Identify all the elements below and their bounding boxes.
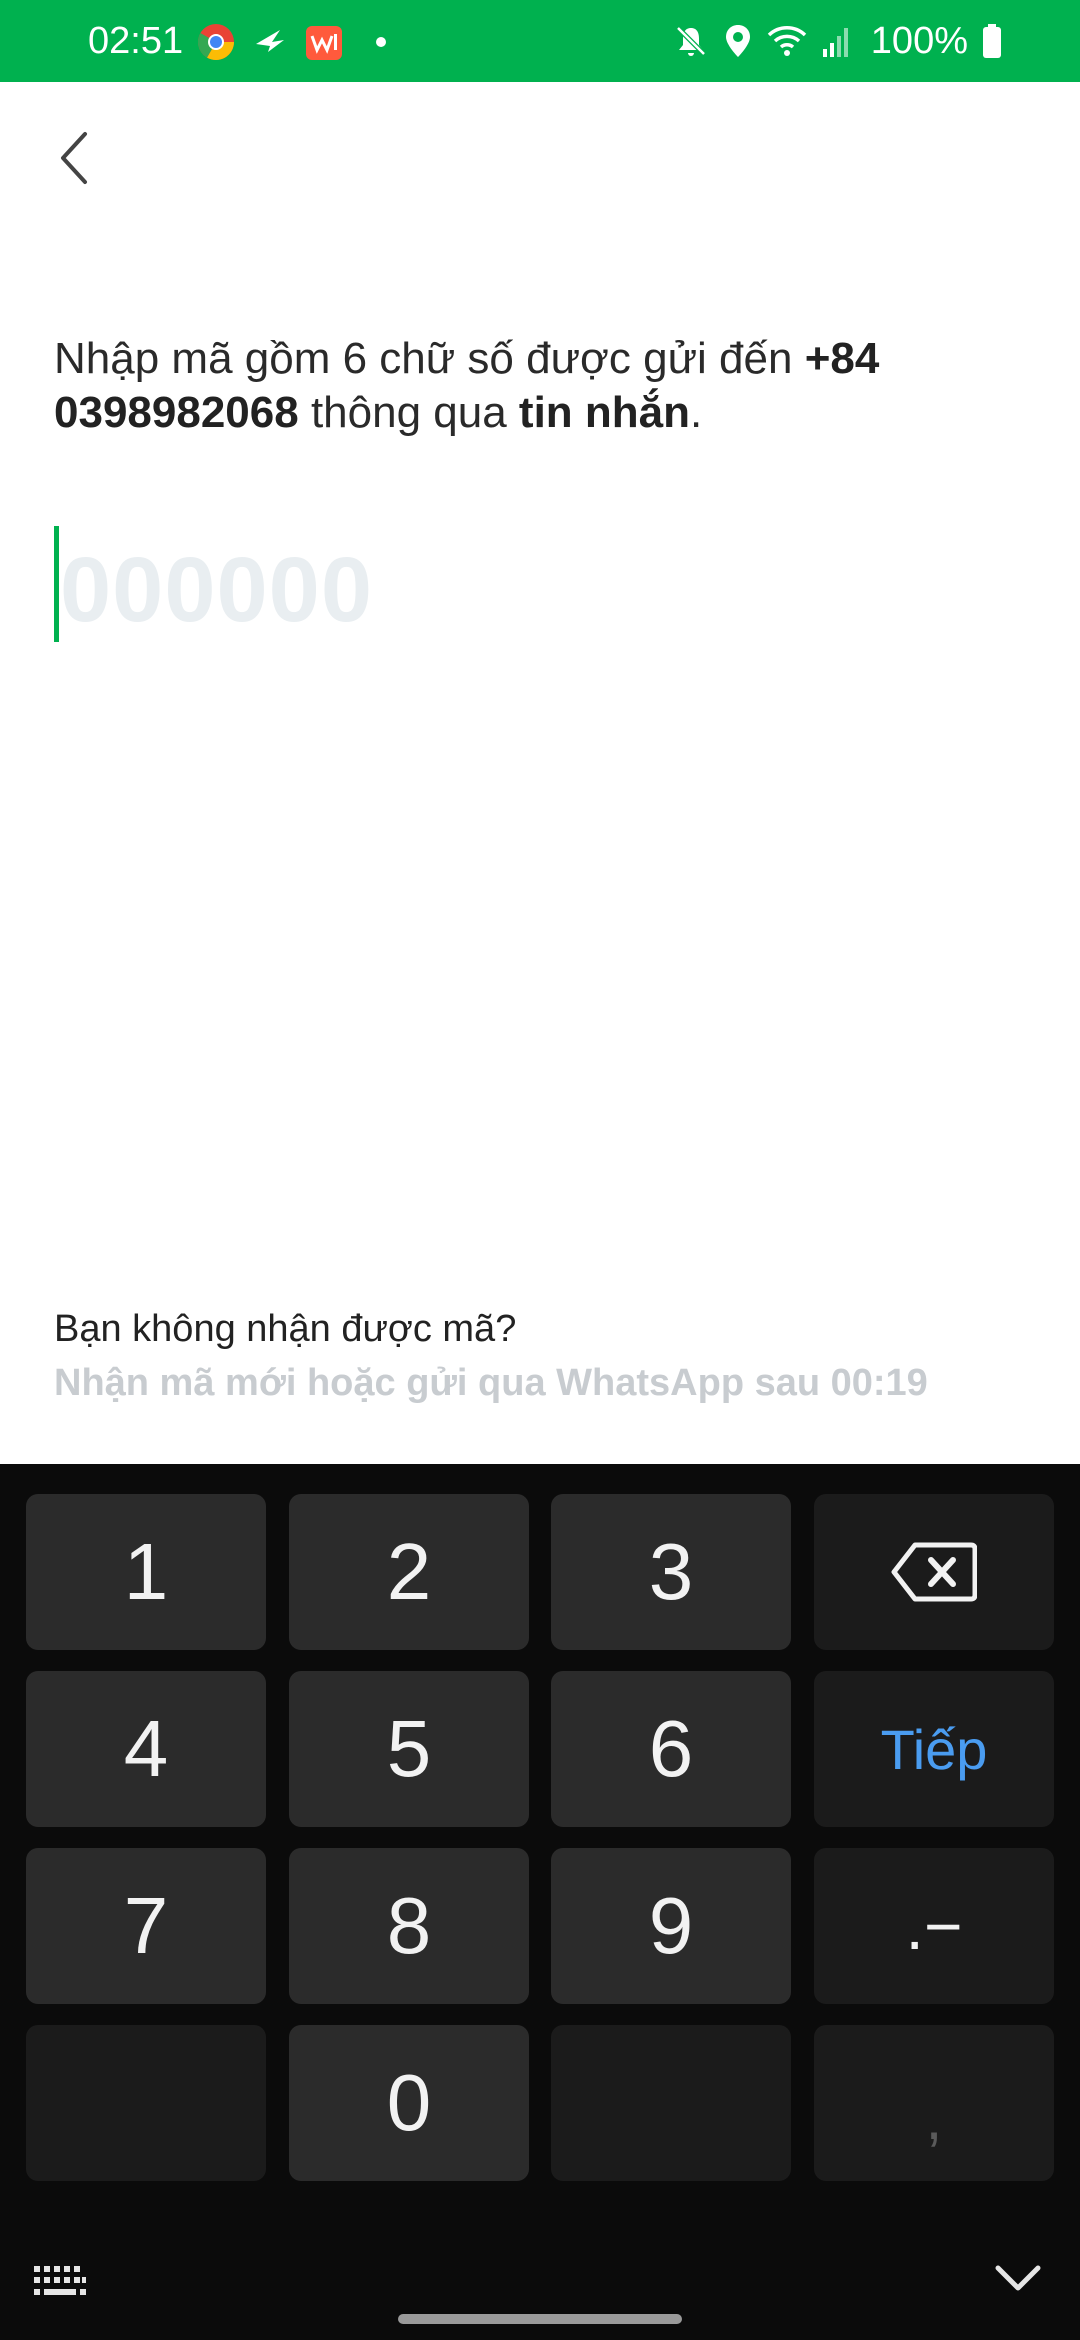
signal-icon <box>821 23 851 59</box>
empty-key-left <box>26 2025 266 2181</box>
key-6[interactable]: 6 <box>551 1671 791 1827</box>
key-label: 3 <box>648 1527 694 1616</box>
instruction-prefix: Nhập mã gồm 6 chữ số được gửi đến <box>54 334 805 383</box>
key-label: 7 <box>123 1881 169 1970</box>
status-app-icons <box>196 22 386 62</box>
bird-icon <box>250 22 290 62</box>
key-label: Tiếp <box>880 1717 988 1781</box>
key-label: 0 <box>386 2058 432 2147</box>
keyboard-toggle-button[interactable] <box>32 2264 88 2298</box>
comma-key[interactable]: , <box>814 2025 1054 2181</box>
battery-percent: 100% <box>870 20 968 62</box>
key-label: 1 <box>123 1527 169 1616</box>
key-label: 5 <box>386 1704 432 1793</box>
empty-key-right <box>551 2025 791 2181</box>
text-caret <box>54 526 59 642</box>
hide-keyboard-button[interactable] <box>992 2256 1044 2300</box>
chrome-icon <box>196 22 236 62</box>
key-label: 8 <box>386 1881 432 1970</box>
resend-question: Bạn không nhận được mã? <box>54 1308 517 1350</box>
wifi-icon <box>767 23 807 59</box>
key-8[interactable]: 8 <box>289 1848 529 2004</box>
backspace-key[interactable] <box>814 1494 1054 1650</box>
hide-keyboard-icon <box>995 2265 1041 2291</box>
channel-name: tin nhắn <box>518 388 691 437</box>
instruction-suffix: . <box>690 388 703 437</box>
punctuation-key[interactable]: .− <box>814 1848 1054 2004</box>
key-4[interactable]: 4 <box>26 1671 266 1827</box>
next-key[interactable]: Tiếp <box>814 1671 1054 1827</box>
key-9[interactable]: 9 <box>551 1848 791 2004</box>
key-label: , <box>925 2084 943 2152</box>
otp-placeholder: 000000 <box>60 539 373 641</box>
navigation-handle[interactable] <box>398 2314 682 2324</box>
key-3[interactable]: 3 <box>551 1494 791 1650</box>
resend-countdown-link: Nhận mã mới hoặc gửi qua WhatsApp sau 00… <box>54 1362 928 1404</box>
status-system-icons: 100% <box>673 18 1002 64</box>
key-label: 6 <box>648 1704 694 1793</box>
instruction-text: Nhập mã gồm 6 chữ số được gửi đến +84 03… <box>54 332 1034 440</box>
location-icon <box>723 23 753 59</box>
key-7[interactable]: 7 <box>26 1848 266 2004</box>
key-0[interactable]: 0 <box>289 2025 529 2181</box>
key-label: .− <box>905 1889 963 1963</box>
mute-icon <box>673 23 709 59</box>
key-5[interactable]: 5 <box>289 1671 529 1827</box>
otp-input[interactable]: 000000 <box>54 526 554 642</box>
notification-dot <box>376 37 386 47</box>
instruction-middle: thông qua <box>298 388 519 437</box>
key-label: 2 <box>386 1527 432 1616</box>
key-2[interactable]: 2 <box>289 1494 529 1650</box>
shopping-app-icon <box>304 22 344 62</box>
keyboard-toggle-icon <box>34 2266 86 2295</box>
key-label: 9 <box>648 1881 694 1970</box>
chevron-left-icon <box>61 132 87 184</box>
key-label: 4 <box>123 1704 169 1793</box>
status-bar: 02:51 100% <box>0 0 1080 82</box>
status-time: 02:51 <box>88 20 184 62</box>
backspace-icon <box>891 1542 977 1602</box>
battery-icon <box>982 23 1002 59</box>
back-button[interactable] <box>40 118 110 198</box>
key-1[interactable]: 1 <box>26 1494 266 1650</box>
